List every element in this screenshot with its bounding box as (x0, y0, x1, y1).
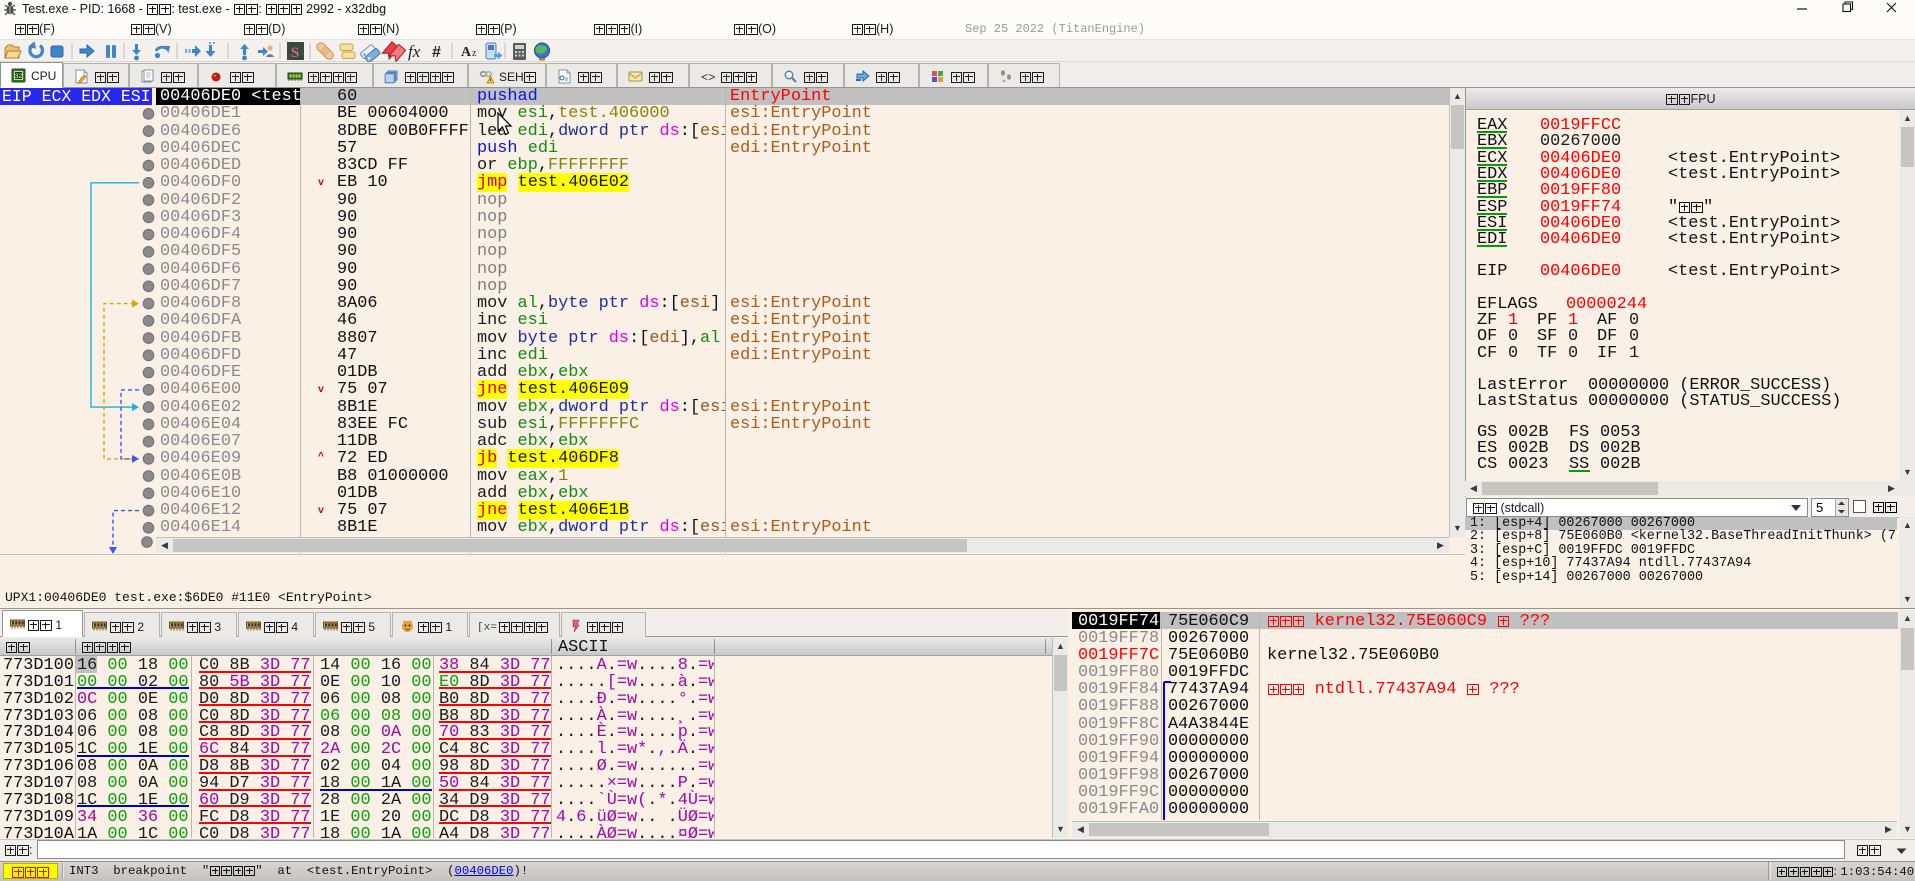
svg-text:A: A (461, 45, 472, 60)
svg-text:32: 32 (15, 73, 23, 80)
svg-text:#: # (432, 44, 441, 61)
svg-text:fx: fx (408, 42, 421, 61)
svg-text:S: S (291, 45, 299, 61)
svg-text:<>: <> (701, 71, 715, 84)
svg-text:z: z (472, 48, 477, 59)
svg-text:[x=]: [x=] (477, 622, 499, 632)
